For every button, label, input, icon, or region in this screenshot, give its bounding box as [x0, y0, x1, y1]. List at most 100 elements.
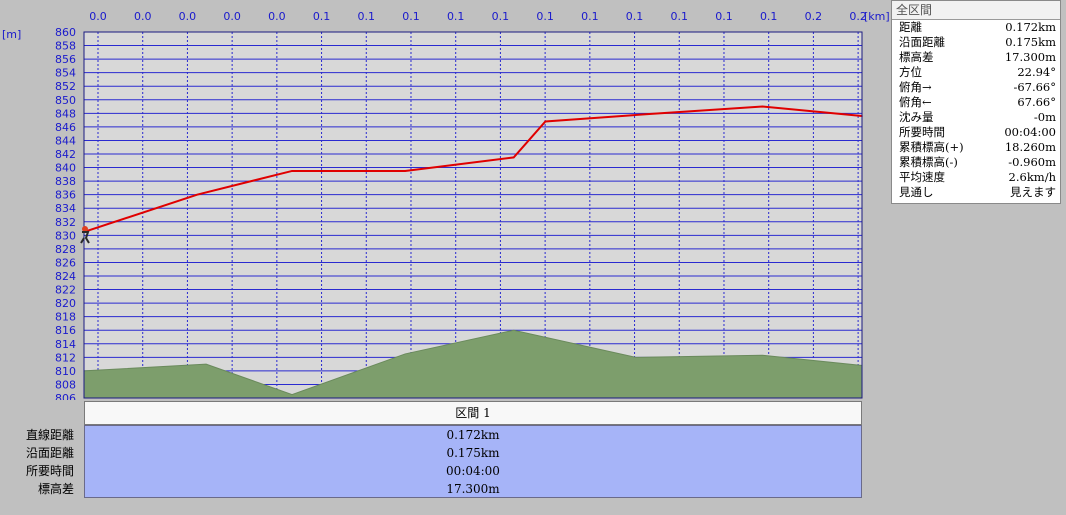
stat-row: 沿面距離 0.175km: [892, 35, 1060, 50]
x-axis-ticks: 0.0 0.0 0.0 0.0 0.0 0.1 0.1 0.1 0.1 0.1 0.1 0.1 0.1 0…: [89, 10, 867, 23]
y-tick-label: 818: [55, 311, 76, 324]
stat-value: -67.66°: [1013, 80, 1056, 94]
stat-label: 距離: [899, 20, 922, 34]
stat-row: 距離 0.172km: [892, 20, 1060, 35]
y-tick-label: 842: [55, 148, 76, 161]
x-tick-label: 0.1: [358, 10, 376, 23]
y-axis-ticks: 8068088108128148168188208228248268288308…: [55, 26, 76, 400]
stat-value: -0.960m: [1008, 155, 1056, 169]
y-tick-label: 822: [55, 284, 76, 297]
x-tick-label: 0.0: [179, 10, 197, 23]
segment-labels: 直線距離 沿面距離 所要時間 標高差: [0, 426, 80, 498]
x-tick-label: 0.0: [134, 10, 152, 23]
stat-label: 沈み量: [899, 110, 934, 124]
stats-panel: 全区間 距離 0.172km 沿面距離 0.175km 標高差 17.300m 方位 22.9…: [891, 0, 1061, 204]
route-point: [512, 156, 515, 159]
y-tick-label: 806: [55, 392, 76, 400]
stat-row: 累積標高(+) 18.260m: [892, 140, 1060, 155]
y-tick-label: 840: [55, 162, 76, 175]
route-point: [404, 170, 406, 172]
stat-label: 沿面距離: [899, 35, 945, 49]
route-point: [291, 170, 293, 172]
y-tick-label: 854: [55, 67, 76, 80]
x-tick-label: 0.0: [268, 10, 286, 23]
segment-surface-distance: 0.175km: [446, 446, 500, 460]
stat-label: 俯角←: [899, 95, 932, 109]
route-point: [544, 120, 547, 123]
x-tick-label: 0.1: [402, 10, 420, 23]
y-tick-label: 820: [55, 297, 76, 310]
segment-time: 00:04:00: [446, 464, 500, 478]
stat-row: 累積標高(-) -0.960m: [892, 155, 1060, 170]
stat-row: 平均速度 2.6km/h: [892, 170, 1060, 185]
stat-value: 0.172km: [1005, 20, 1056, 34]
x-tick-label: 0.1: [313, 10, 331, 23]
segment-label-elevation-diff: 標高差: [37, 482, 74, 496]
x-tick-label: 0.1: [536, 10, 554, 23]
stat-label: 平均速度: [899, 170, 945, 184]
y-tick-label: 844: [55, 134, 76, 147]
stats-title[interactable]: 全区間: [892, 1, 1060, 20]
stat-row: 沈み量 -0m: [892, 110, 1060, 125]
stat-row: 見通し 見えます: [892, 185, 1060, 200]
segment-elevation-diff: 17.300m: [446, 482, 500, 496]
stat-value: -0m: [1033, 110, 1056, 124]
y-tick-label: 814: [55, 338, 76, 351]
y-tick-label: 832: [55, 216, 76, 229]
stat-row: 方位 22.94°: [892, 65, 1060, 80]
segment-label-surface-distance: 沿面距離: [25, 446, 74, 460]
y-tick-label: 826: [55, 256, 76, 269]
stats-rows: 距離 0.172km 沿面距離 0.175km 標高差 17.300m 方位 22.94° 俯角…: [892, 20, 1060, 200]
y-tick-label: 808: [55, 378, 76, 391]
y-tick-label: 828: [55, 243, 76, 256]
stat-label: 俯角→: [899, 80, 932, 94]
stat-value: 見えます: [1010, 185, 1056, 199]
stat-label: 累積標高(-): [899, 155, 958, 169]
stat-value: 17.300m: [1004, 50, 1056, 64]
x-tick-label: 0.1: [626, 10, 644, 23]
stat-value: 0.175km: [1005, 35, 1056, 49]
y-tick-label: 856: [55, 53, 76, 66]
segment-header[interactable]: 区間 1: [84, 401, 862, 425]
stat-value: 22.94°: [1017, 65, 1056, 79]
x-tick-label: 0.1: [447, 10, 465, 23]
segment-label-straight-distance: 直線距離: [25, 428, 74, 442]
y-tick-label: 810: [55, 365, 76, 378]
segment-label-time: 所要時間: [25, 464, 74, 478]
x-tick-label: 0.0: [223, 10, 241, 23]
route-point: [648, 113, 651, 115]
stat-label: 累積標高(+): [899, 140, 964, 154]
y-tick-label: 836: [55, 189, 76, 202]
stat-row: 俯角→ -67.66°: [892, 80, 1060, 95]
route-point: [196, 193, 198, 196]
y-tick-label: 846: [55, 121, 76, 134]
stat-label: 見通し: [899, 185, 934, 199]
segment-straight-distance: 0.172km: [446, 428, 500, 442]
y-tick-label: 850: [55, 94, 76, 107]
stat-label: 方位: [899, 65, 922, 79]
y-tick-label: 848: [55, 107, 76, 120]
stat-value: 67.66°: [1017, 95, 1056, 109]
y-tick-label: 834: [55, 202, 76, 215]
x-tick-label: 0.1: [581, 10, 599, 23]
y-tick-label: 816: [55, 324, 76, 337]
stat-row: 所要時間 00:04:00: [892, 125, 1060, 140]
stat-row: 標高差 17.300m: [892, 50, 1060, 65]
x-tick-label: 0.2: [805, 10, 823, 23]
y-tick-label: 860: [55, 26, 76, 39]
y-tick-label: 838: [55, 175, 76, 188]
y-tick-label: 830: [55, 229, 76, 242]
y-axis-unit: [m]: [2, 28, 21, 41]
stat-label: 標高差: [899, 50, 934, 64]
x-tick-label: 0.1: [492, 10, 510, 23]
stat-value: 2.6km/h: [1008, 170, 1056, 184]
stat-value: 00:04:00: [1004, 125, 1056, 139]
x-tick-label: 0.1: [760, 10, 778, 23]
x-tick-label: 0.1: [715, 10, 733, 23]
stat-label: 所要時間: [899, 125, 945, 139]
segment-values: 0.172km 0.175km 00:04:00 17.300m: [84, 425, 862, 498]
y-tick-label: 852: [55, 80, 76, 93]
stat-row: 俯角← 67.66°: [892, 95, 1060, 110]
y-tick-label: 812: [55, 351, 76, 364]
x-tick-label: 0.0: [89, 10, 107, 23]
